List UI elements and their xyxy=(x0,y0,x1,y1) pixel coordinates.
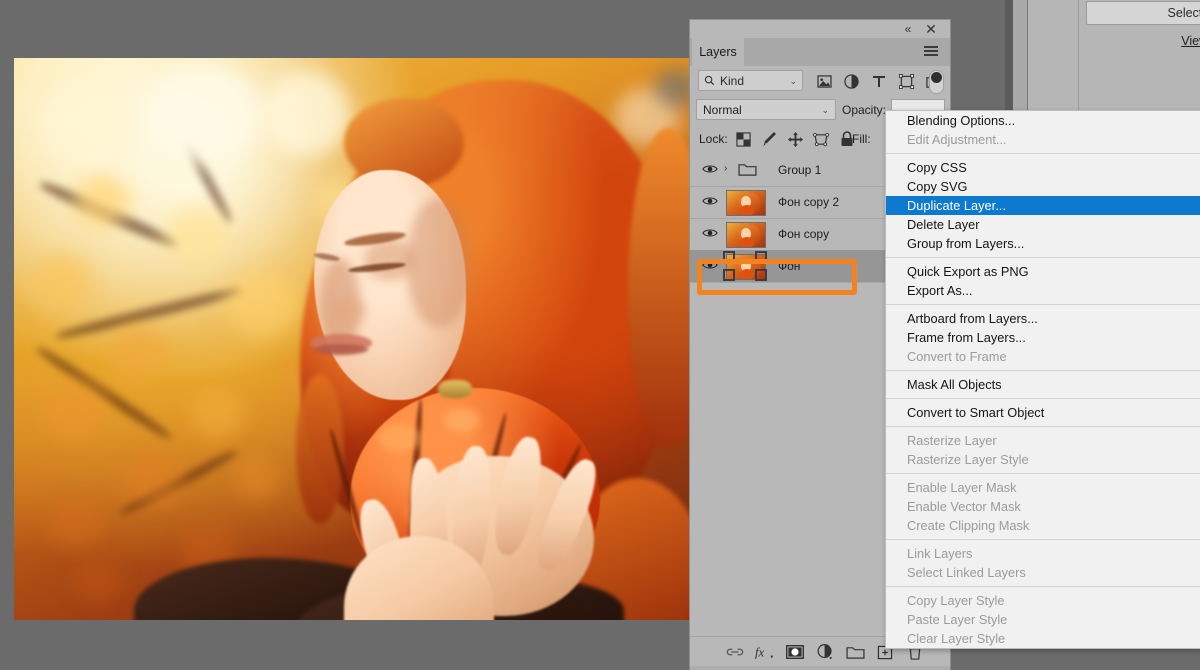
visibility-toggle-icon[interactable] xyxy=(702,195,718,209)
opacity-label: Opacity: xyxy=(842,103,886,117)
menu-separator xyxy=(886,539,1200,540)
menu-item-link-layers: Link Layers xyxy=(886,544,1200,563)
menu-item-copy-css[interactable]: Copy CSS xyxy=(886,158,1200,177)
menu-item-quick-export-as-png[interactable]: Quick Export as PNG xyxy=(886,262,1200,281)
close-glyph: ✕ xyxy=(925,21,937,38)
visibility-toggle-icon[interactable] xyxy=(702,227,718,241)
image-filter-icon[interactable] xyxy=(815,72,833,90)
filter-kind-label: Kind xyxy=(720,74,744,88)
menu-item-rasterize-layer: Rasterize Layer xyxy=(886,431,1200,450)
menu-item-convert-to-frame: Convert to Frame xyxy=(886,347,1200,366)
photo-image xyxy=(14,58,692,620)
add-layer-mask-icon[interactable] xyxy=(784,642,806,662)
layer-style-fx-icon[interactable]: fx xyxy=(754,642,776,662)
menu-separator xyxy=(886,586,1200,587)
group-expand-arrow-icon[interactable]: › xyxy=(724,163,727,174)
app-root: Select Sub View Mo « ✕ Layers xyxy=(0,0,1200,670)
layer-context-menu: Blending Options... Edit Adjustment... C… xyxy=(885,110,1200,649)
link-layers-icon[interactable] xyxy=(724,642,746,662)
filter-kind-select[interactable]: Kind ⌄ xyxy=(698,70,803,91)
panel-tab-row: Layers xyxy=(690,38,950,66)
layer-thumbnail[interactable] xyxy=(726,222,766,248)
menu-item-clear-layer-style: Clear Layer Style xyxy=(886,629,1200,648)
layer-name: Фон xyxy=(778,259,800,273)
search-icon xyxy=(704,75,715,86)
menu-item-copy-layer-style: Copy Layer Style xyxy=(886,591,1200,610)
menu-item-convert-to-smart-object[interactable]: Convert to Smart Object xyxy=(886,403,1200,422)
menu-item-mask-all-objects[interactable]: Mask All Objects xyxy=(886,375,1200,394)
collapse-panels-icon[interactable]: « xyxy=(900,22,916,36)
lock-transparent-pixels-icon[interactable] xyxy=(734,130,752,148)
menu-item-delete-layer[interactable]: Delete Layer xyxy=(886,215,1200,234)
layer-name: Фон copy 2 xyxy=(778,195,839,209)
layer-filter-row: Kind ⌄ xyxy=(690,66,950,96)
thumbnail-selection-frame xyxy=(723,251,767,281)
layer-thumbnail[interactable] xyxy=(726,190,766,216)
menu-separator xyxy=(886,257,1200,258)
visibility-toggle-icon[interactable] xyxy=(702,163,718,177)
filter-enable-toggle[interactable] xyxy=(929,70,944,94)
menu-separator xyxy=(886,370,1200,371)
visibility-toggle-icon[interactable] xyxy=(702,259,718,273)
menu-item-duplicate-layer[interactable]: Duplicate Layer... xyxy=(886,196,1200,215)
adjustment-filter-icon[interactable] xyxy=(842,72,860,90)
layer-name: Group 1 xyxy=(778,163,821,177)
menu-item-edit-adjustment: Edit Adjustment... xyxy=(886,130,1200,149)
tab-layers-label: Layers xyxy=(699,45,737,59)
menu-item-copy-svg[interactable]: Copy SVG xyxy=(886,177,1200,196)
menu-separator xyxy=(886,398,1200,399)
shape-filter-icon[interactable] xyxy=(897,72,915,90)
select-subject-button[interactable]: Select Sub xyxy=(1086,1,1200,25)
collapse-glyph: « xyxy=(905,22,912,36)
menu-item-paste-layer-style: Paste Layer Style xyxy=(886,610,1200,629)
close-icon[interactable]: ✕ xyxy=(923,21,939,37)
menu-item-enable-layer-mask: Enable Layer Mask xyxy=(886,478,1200,497)
menu-item-export-as[interactable]: Export As... xyxy=(886,281,1200,300)
tab-layers[interactable]: Layers xyxy=(692,38,744,66)
fill-label: Fill: xyxy=(852,132,871,146)
menu-separator xyxy=(886,153,1200,154)
new-adjustment-layer-icon[interactable] xyxy=(814,642,836,662)
new-group-icon[interactable] xyxy=(844,642,866,662)
chevron-down-icon: ⌄ xyxy=(821,105,829,116)
folder-icon xyxy=(738,162,756,177)
panel-resize-grip[interactable] xyxy=(690,666,950,670)
lock-artboard-nesting-icon[interactable] xyxy=(812,130,830,148)
menu-separator xyxy=(886,304,1200,305)
lock-label: Lock: xyxy=(699,132,728,146)
lock-image-pixels-icon[interactable] xyxy=(760,130,778,148)
lock-position-icon[interactable] xyxy=(786,130,804,148)
chevron-down-icon: ⌄ xyxy=(789,76,797,87)
menu-item-rasterize-layer-style: Rasterize Layer Style xyxy=(886,450,1200,469)
menu-item-artboard-from-layers[interactable]: Artboard from Layers... xyxy=(886,309,1200,328)
panel-title-bar: « ✕ xyxy=(690,20,950,38)
menu-separator xyxy=(886,473,1200,474)
menu-item-enable-vector-mask: Enable Vector Mask xyxy=(886,497,1200,516)
menu-item-create-clipping-mask: Create Clipping Mask xyxy=(886,516,1200,535)
panel-menu-icon[interactable] xyxy=(924,46,938,57)
document-canvas[interactable] xyxy=(14,58,692,620)
menu-separator xyxy=(886,426,1200,427)
select-subject-label: Select Sub xyxy=(1168,6,1200,20)
view-more-link[interactable]: View Mo xyxy=(1086,34,1200,50)
blend-mode-value: Normal xyxy=(703,103,742,117)
menu-item-select-linked-layers: Select Linked Layers xyxy=(886,563,1200,582)
svg-text:fx: fx xyxy=(755,646,765,660)
menu-item-frame-from-layers[interactable]: Frame from Layers... xyxy=(886,328,1200,347)
type-filter-icon[interactable] xyxy=(870,72,888,90)
blend-mode-select[interactable]: Normal ⌄ xyxy=(696,99,836,120)
menu-item-blending-options[interactable]: Blending Options... xyxy=(886,111,1200,130)
layer-name: Фон copy xyxy=(778,227,829,241)
menu-item-group-from-layers[interactable]: Group from Layers... xyxy=(886,234,1200,253)
view-more-label: View Mo xyxy=(1181,34,1200,48)
